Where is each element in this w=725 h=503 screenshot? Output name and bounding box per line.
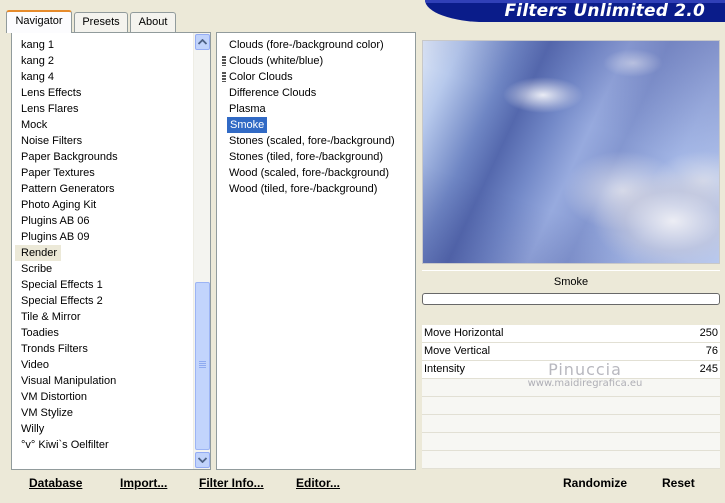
filter-info-button[interactable]: Filter Info... [199, 476, 264, 490]
category-scrollbar[interactable] [193, 33, 210, 469]
app-title: Filters Unlimited 2.0 [504, 1, 705, 21]
tab-presets[interactable]: Presets [74, 12, 128, 32]
category-item[interactable]: kang 2 [15, 53, 193, 69]
category-item[interactable]: Render [15, 245, 61, 261]
filter-item[interactable]: Stones (tiled, fore-/background) [219, 149, 409, 165]
filter-item-label: Plasma [229, 103, 266, 115]
category-item[interactable]: Special Effects 1 [15, 277, 193, 293]
marker-icon [222, 56, 226, 66]
filter-item[interactable]: Color Clouds [219, 69, 409, 85]
editor-button[interactable]: Editor... [296, 476, 340, 490]
param-label: Move Horizontal [424, 327, 504, 339]
marker-icon [222, 72, 226, 82]
param-row-empty [422, 397, 720, 415]
randomize-button[interactable]: Randomize [563, 476, 627, 490]
category-item[interactable]: VM Distortion [15, 389, 193, 405]
bottom-toolbar: Database Import... Filter Info... Editor… [11, 470, 720, 496]
preview-image [422, 40, 720, 264]
category-item[interactable]: Tile & Mirror [15, 309, 193, 325]
filter-item[interactable]: Difference Clouds [219, 85, 409, 101]
filter-item[interactable]: Wood (scaled, fore-/background) [219, 165, 409, 181]
category-item[interactable]: Plugins AB 09 [15, 229, 193, 245]
filter-item-label: Clouds (fore-/background color) [229, 39, 384, 51]
param-value: 245 [699, 363, 718, 375]
category-item[interactable]: °v° Kiwi`s Oelfilter [15, 437, 193, 453]
filters-unlimited-window: Filters Unlimited 2.0 Navigator Presets … [0, 0, 725, 503]
category-item[interactable]: Tronds Filters [15, 341, 193, 357]
category-item[interactable]: kang 4 [15, 69, 193, 85]
chevron-down-icon [198, 457, 207, 463]
filter-item-label: Wood (tiled, fore-/background) [229, 183, 378, 195]
filter-item[interactable]: Clouds (white/blue) [219, 53, 409, 69]
category-item[interactable]: Photo Aging Kit [15, 197, 193, 213]
param-row[interactable]: Intensity 245 [422, 361, 720, 379]
param-row-empty [422, 415, 720, 433]
category-item[interactable]: kang 1 [15, 37, 193, 53]
category-list-panel[interactable]: kang 1 kang 2 kang 4 Lens Effects Lens Flare… [11, 32, 211, 470]
filter-item[interactable]: Clouds (fore-/background color) [219, 37, 409, 53]
scroll-down-button[interactable] [195, 452, 210, 468]
category-list: kang 1 kang 2 kang 4 Lens Effects Lens Flare… [15, 37, 193, 453]
filter-item-label: Stones (scaled, fore-/background) [229, 135, 395, 147]
param-row-empty [422, 433, 720, 451]
param-row-empty [422, 451, 720, 469]
category-item[interactable]: Lens Effects [15, 85, 193, 101]
scroll-thumb[interactable] [195, 282, 210, 450]
chevron-up-icon [198, 39, 207, 45]
category-item[interactable]: Scribe [15, 261, 193, 277]
reset-button[interactable]: Reset [662, 476, 695, 490]
category-item[interactable]: Pattern Generators [15, 181, 193, 197]
param-row[interactable]: Move Horizontal 250 [422, 325, 720, 343]
filter-list-panel[interactable]: Clouds (fore-/background color) Clouds (w… [216, 32, 416, 470]
tab-about[interactable]: About [130, 12, 176, 32]
category-item[interactable]: Plugins AB 06 [15, 213, 193, 229]
tab-navigator[interactable]: Navigator [6, 10, 72, 33]
category-item[interactable]: Visual Manipulation [15, 373, 193, 389]
filter-item-label: Difference Clouds [229, 87, 317, 99]
category-item[interactable]: VM Stylize [15, 405, 193, 421]
filter-item-label: Stones (tiled, fore-/background) [229, 151, 384, 163]
progress-bar [422, 293, 720, 305]
category-item[interactable]: Video [15, 357, 193, 373]
param-value: 76 [705, 345, 718, 357]
category-item[interactable]: Special Effects 2 [15, 293, 193, 309]
parameter-list: Move Horizontal 250 Move Vertical 76 Intensi… [422, 325, 720, 469]
filter-item-label: Smoke [227, 117, 268, 133]
param-row[interactable]: Move Vertical 76 [422, 343, 720, 361]
filter-item[interactable]: Smoke [219, 117, 409, 133]
filter-item-label: Wood (scaled, fore-/background) [229, 167, 389, 179]
category-item[interactable]: Paper Backgrounds [15, 149, 193, 165]
filter-item-label: Clouds (white/blue) [229, 55, 324, 67]
current-filter-name: Smoke [422, 270, 720, 292]
category-item[interactable]: Willy [15, 421, 193, 437]
param-value: 250 [699, 327, 718, 339]
database-button[interactable]: Database [29, 476, 82, 490]
filter-item[interactable]: Stones (scaled, fore-/background) [219, 133, 409, 149]
category-item[interactable]: Lens Flares [15, 101, 193, 117]
import-button[interactable]: Import... [120, 476, 167, 490]
filter-item-label: Color Clouds [229, 71, 293, 83]
category-item[interactable]: Toadies [15, 325, 193, 341]
scroll-up-button[interactable] [195, 34, 210, 50]
grip-icon [199, 361, 206, 369]
param-label: Move Vertical [424, 345, 491, 357]
category-item[interactable]: Mock [15, 117, 193, 133]
param-label: Intensity [424, 363, 465, 375]
param-row-empty [422, 379, 720, 397]
category-item[interactable]: Paper Textures [15, 165, 193, 181]
filter-item[interactable]: Plasma [219, 101, 409, 117]
title-banner: Filters Unlimited 2.0 [425, 0, 725, 22]
filter-item[interactable]: Wood (tiled, fore-/background) [219, 181, 409, 197]
category-item[interactable]: Noise Filters [15, 133, 193, 149]
filter-list: Clouds (fore-/background color) Clouds (w… [219, 37, 409, 197]
